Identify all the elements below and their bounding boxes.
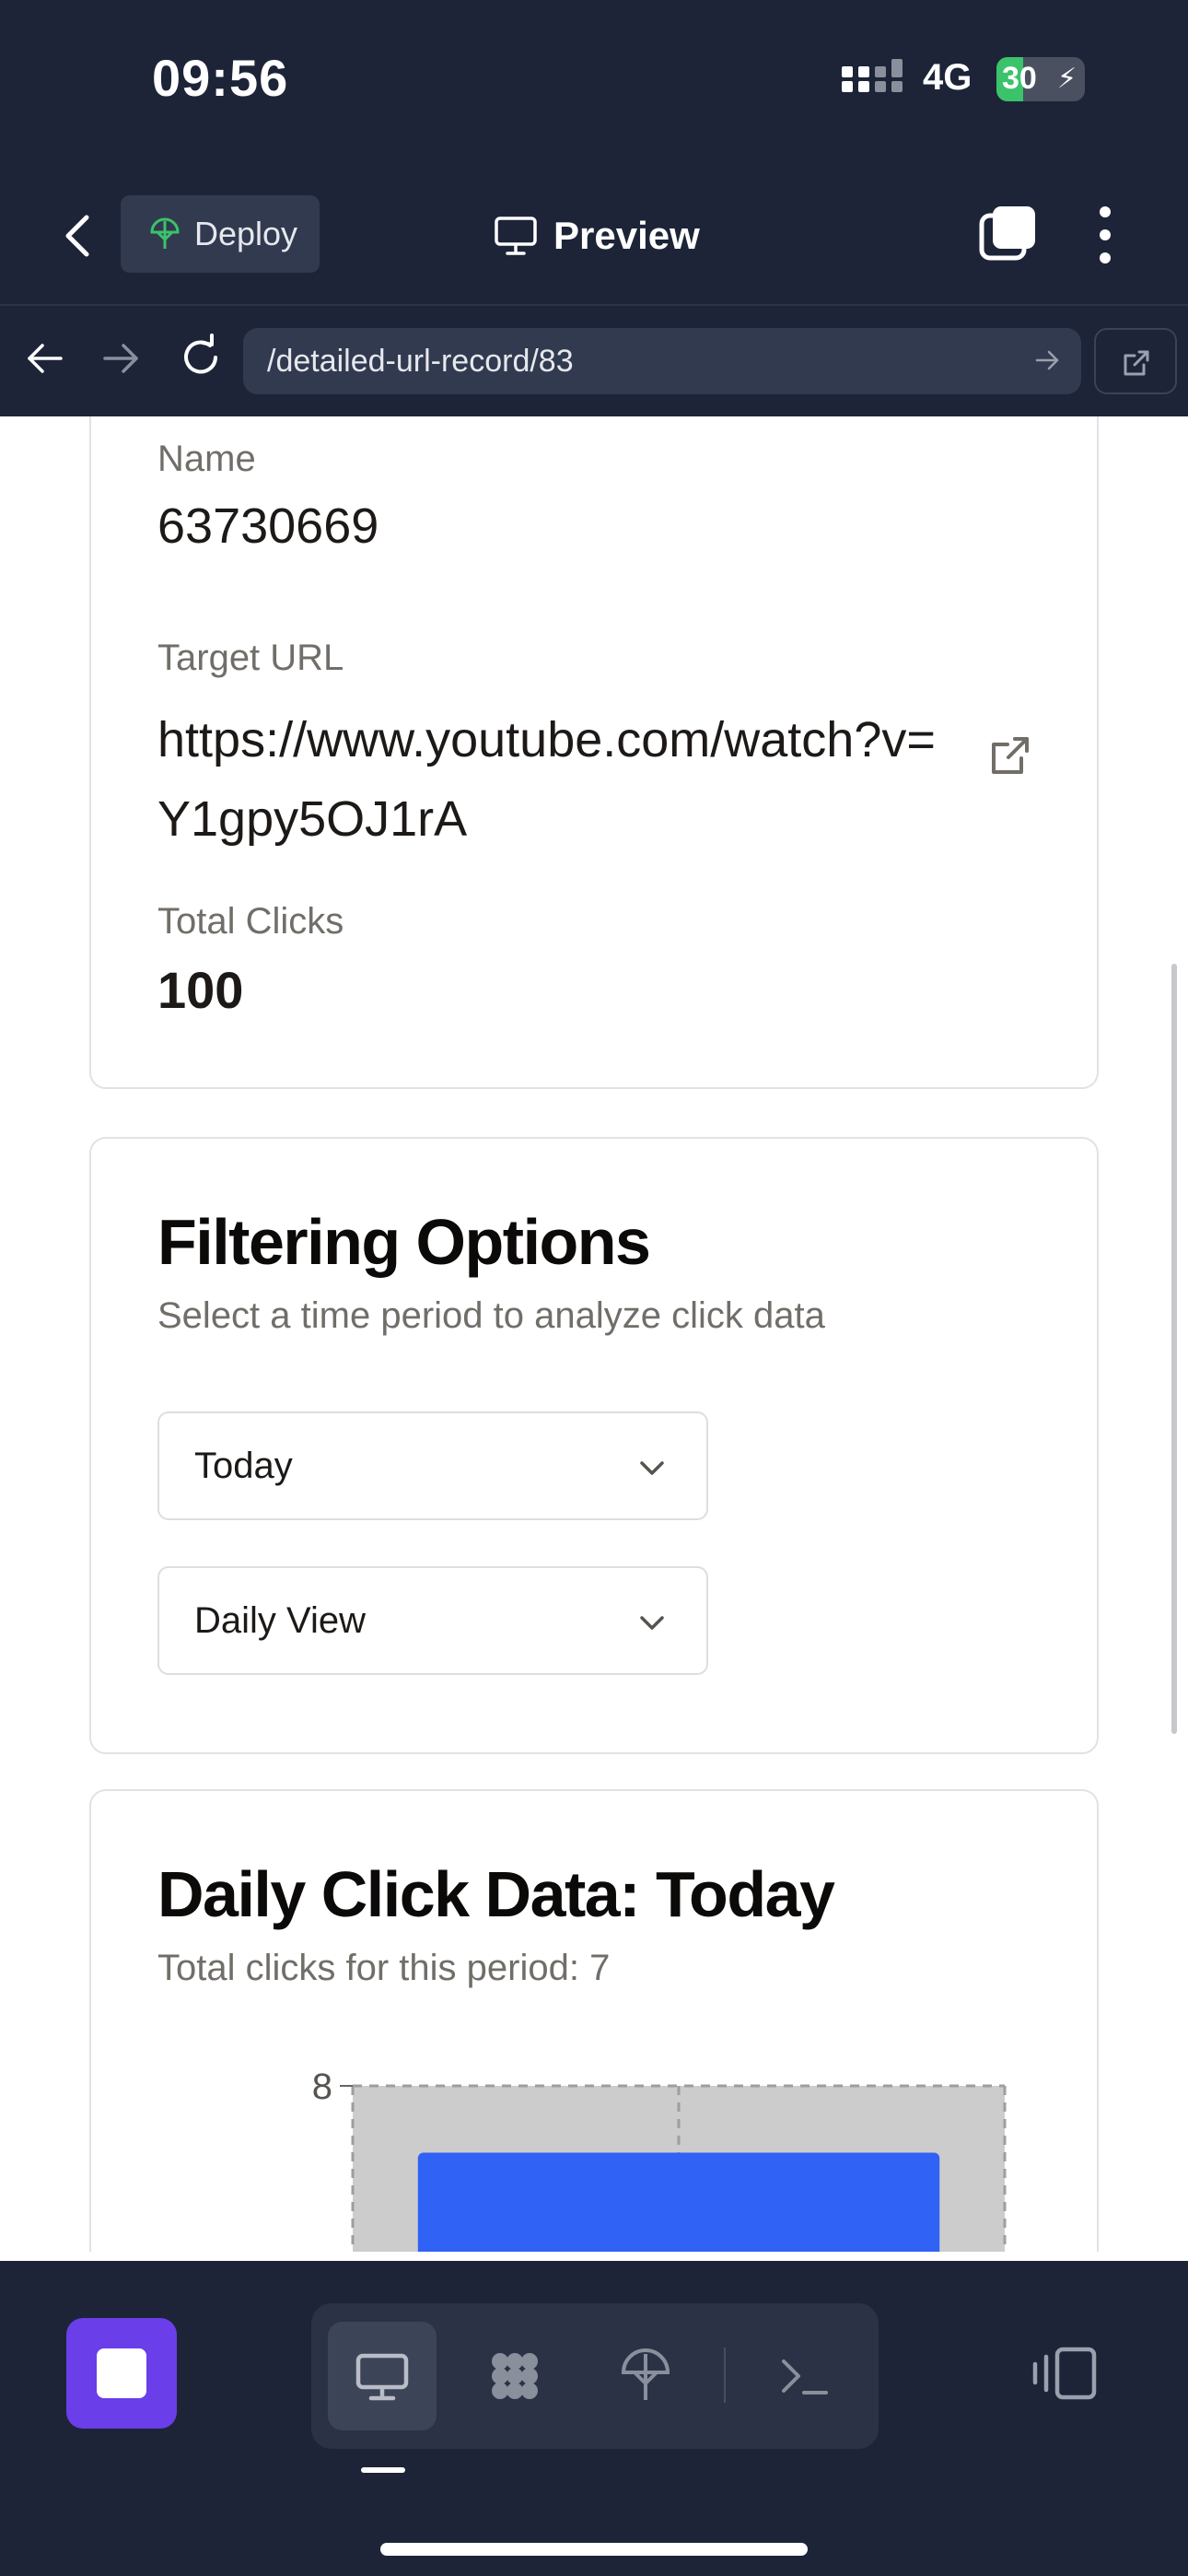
url-input[interactable]: /detailed-url-record/83 [243,328,1081,394]
tool-switcher [311,2303,879,2449]
more-vertical-icon[interactable] [1089,203,1122,267]
back-button[interactable] [55,208,101,263]
preview-title: Preview [493,206,700,265]
name-value: 63730669 [157,498,379,554]
app-root: 09:56 4G 30 ⚡ Deploy Preview /detailed-u… [0,0,1188,2576]
terminal-icon [782,2359,828,2395]
charging-bolt-icon: ⚡ [1057,64,1077,94]
filter-subtitle: Select a time period to analyze click da… [157,1295,825,1336]
nodes-grid-icon [492,2353,538,2399]
external-link-icon[interactable] [988,733,1032,778]
total-clicks-value: 100 [157,961,244,1019]
tool-preview[interactable] [328,2322,437,2430]
external-link-icon [1124,350,1149,376]
battery-indicator: 30 ⚡ [996,57,1085,101]
filtering-options-card: Filtering Options Select a time period t… [89,1137,1099,1754]
signal-icon [842,59,903,92]
bottom-toolbar [0,2261,1188,2576]
chart-bar [417,2152,940,2252]
stop-button[interactable] [66,2318,177,2429]
time-period-select[interactable]: Today [157,1411,708,1520]
daily-click-data-card: Daily Click Data: Today Total clicks for… [89,1789,1099,2252]
chevron-down-icon [640,1461,664,1475]
tool-workspace[interactable] [460,2322,569,2430]
tabs-icon[interactable] [978,205,1037,263]
battery-level: 30 [1002,61,1037,96]
time-period-value: Today [194,1445,293,1486]
deploy-icon [150,217,180,249]
preview-label: Preview [553,214,700,257]
monitor-icon [495,217,537,255]
home-indicator [380,2543,808,2556]
name-label: Name [157,439,256,479]
app-header: Deploy Preview [0,166,1188,306]
active-tool-indicator [361,2467,405,2473]
deploy-icon [621,2348,670,2400]
network-type: 4G [923,57,973,98]
toolbar-divider [724,2348,726,2403]
target-url-value: https://www.youtube.com/watch?v=Y1gpy5OJ… [157,712,936,847]
deploy-label: Deploy [194,215,298,252]
url-text: /detailed-url-record/83 [267,343,574,379]
monitor-icon [355,2353,409,2401]
page-scrollbar[interactable] [1171,964,1177,1734]
view-mode-select[interactable]: Daily View [157,1566,708,1675]
total-clicks-label: Total Clicks [157,901,344,942]
target-url-label: Target URL [157,638,344,678]
tool-deploy[interactable] [591,2322,700,2430]
arrow-left-icon[interactable] [24,337,66,380]
url-details-card: Name 63730669 Target URL https://www.you… [89,416,1099,1089]
click-bar-chart: 8 [312,2067,1007,2252]
deploy-button[interactable]: Deploy [121,195,320,273]
go-arrow-icon[interactable] [1033,346,1061,374]
stop-icon [97,2348,146,2398]
reload-icon[interactable] [177,334,225,381]
page-content: Name 63730669 Target URL https://www.you… [0,416,1188,2252]
chevron-down-icon [640,1616,664,1630]
open-in-new-window-button[interactable] [1094,328,1177,394]
tool-terminal[interactable] [750,2322,858,2430]
split-panel-icon[interactable] [1031,2344,1100,2403]
arrow-right-icon[interactable] [99,337,142,380]
view-mode-value: Daily View [194,1599,366,1641]
y-tick-label: 8 [312,2067,332,2107]
browser-bar: /detailed-url-record/83 [0,306,1188,416]
status-time: 09:56 [152,49,289,107]
status-bar: 09:56 4G 30 ⚡ [0,0,1188,166]
filter-title: Filtering Options [157,1206,651,1278]
